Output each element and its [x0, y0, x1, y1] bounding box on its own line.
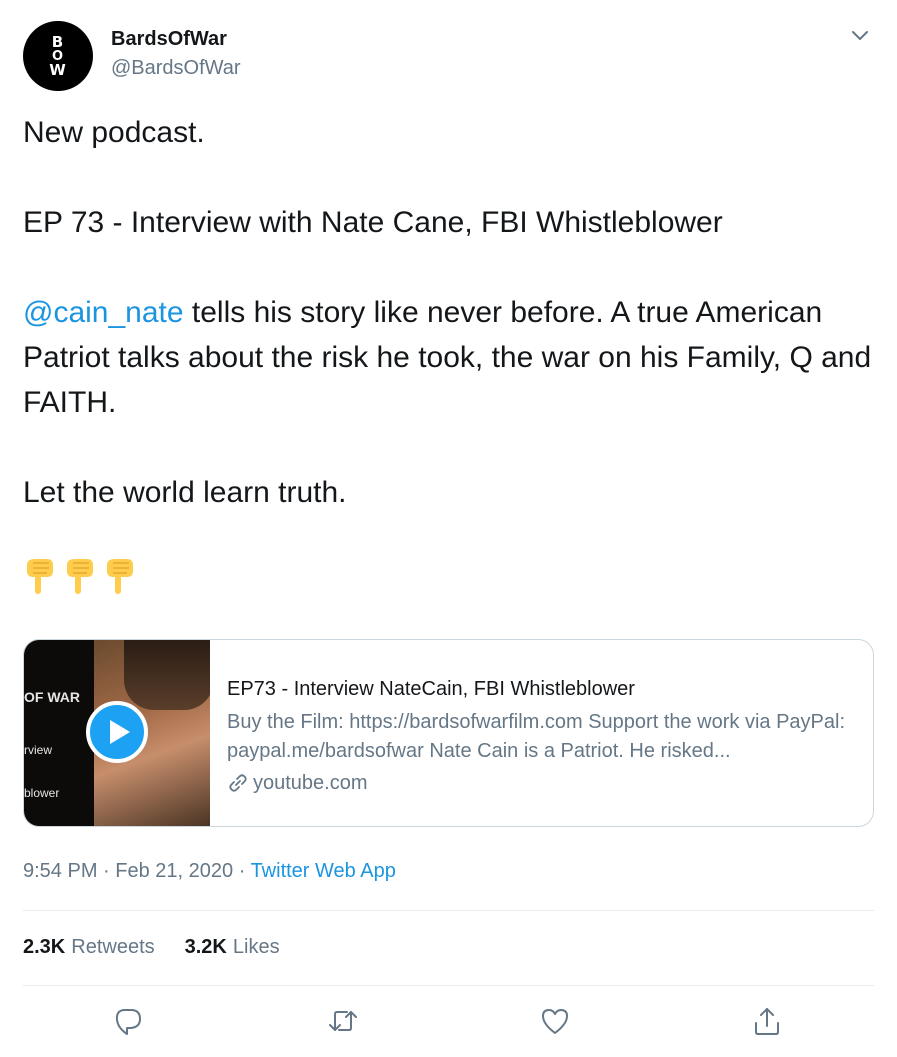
thumbnail-photo-detail	[124, 640, 210, 710]
card-description: Buy the Film: https://bardsofwarfilm.com…	[227, 711, 846, 762]
divider	[23, 985, 874, 986]
likes-stat[interactable]: 3.2K Likes	[185, 936, 280, 959]
tweet-source-link[interactable]: Twitter Web App	[251, 860, 396, 882]
meta-separator: ·	[233, 860, 251, 882]
retweets-count: 2.3K	[23, 936, 66, 958]
avatar-letter-b: B	[51, 32, 65, 51]
tweet: B O W BardsOfWar @BardsOfWar New podcast…	[0, 0, 897, 1057]
play-button[interactable]	[86, 701, 148, 763]
thumbnail-text: OF WAR	[24, 689, 80, 705]
card-title: EP73 - Interview NateCain, FBI Whistlebl…	[227, 678, 635, 700]
thumbnail-text: rview	[24, 743, 53, 757]
pointing-down-emoji	[67, 559, 93, 594]
likes-count: 3.2K	[184, 936, 227, 958]
link-card[interactable]: OF WAR rview blower EP73 - Interview Nat…	[23, 639, 874, 827]
retweet-icon	[329, 1011, 357, 1031]
pointing-down-emoji	[107, 559, 133, 594]
card-body: EP73 - Interview NateCain, FBI Whistlebl…	[227, 676, 867, 797]
divider	[23, 910, 874, 911]
avatar[interactable]: B O W	[23, 21, 93, 91]
tweet-line-1: New podcast.	[23, 116, 205, 149]
reply-icon	[115, 1009, 141, 1035]
author-name[interactable]: BardsOfWar	[111, 28, 227, 51]
avatar-letter-w: W	[49, 60, 67, 79]
tweet-text: New podcast. EP 73 - Interview with Nate…	[23, 110, 873, 515]
mention-link[interactable]: @cain_nate	[23, 296, 184, 329]
like-button[interactable]	[539, 1005, 571, 1037]
author-handle[interactable]: @BardsOfWar	[111, 57, 241, 80]
retweet-button[interactable]	[327, 1005, 359, 1037]
card-domain: youtube.com	[227, 769, 867, 797]
tweet-time[interactable]: 9:54 PM	[23, 860, 97, 882]
meta-separator: ·	[97, 860, 116, 882]
thumbnail-text: blower	[24, 786, 60, 800]
tweet-line-2: EP 73 - Interview with Nate Cane, FBI Wh…	[23, 206, 723, 239]
tweet-stats: 2.3K Retweets 3.2K Likes	[23, 936, 280, 959]
pointing-down-emoji	[27, 559, 53, 594]
retweets-stat[interactable]: 2.3K Retweets	[23, 936, 155, 959]
play-icon	[110, 720, 130, 744]
tweet-meta: 9:54 PM · Feb 21, 2020 · Twitter Web App	[23, 860, 396, 883]
link-icon	[229, 774, 247, 792]
likes-label: Likes	[232, 936, 280, 958]
tweet-date[interactable]: Feb 21, 2020	[115, 860, 233, 882]
heart-icon	[542, 1009, 568, 1034]
emoji-row	[23, 555, 135, 595]
share-icon	[755, 1008, 779, 1035]
video-thumbnail[interactable]: OF WAR rview blower	[24, 640, 210, 826]
card-domain-text: youtube.com	[253, 772, 368, 794]
tweet-line-4: Let the world learn truth.	[23, 476, 347, 509]
reply-button[interactable]	[112, 1005, 144, 1037]
share-button[interactable]	[751, 1005, 783, 1037]
retweets-label: Retweets	[71, 936, 155, 958]
chevron-down-icon[interactable]	[848, 26, 872, 46]
